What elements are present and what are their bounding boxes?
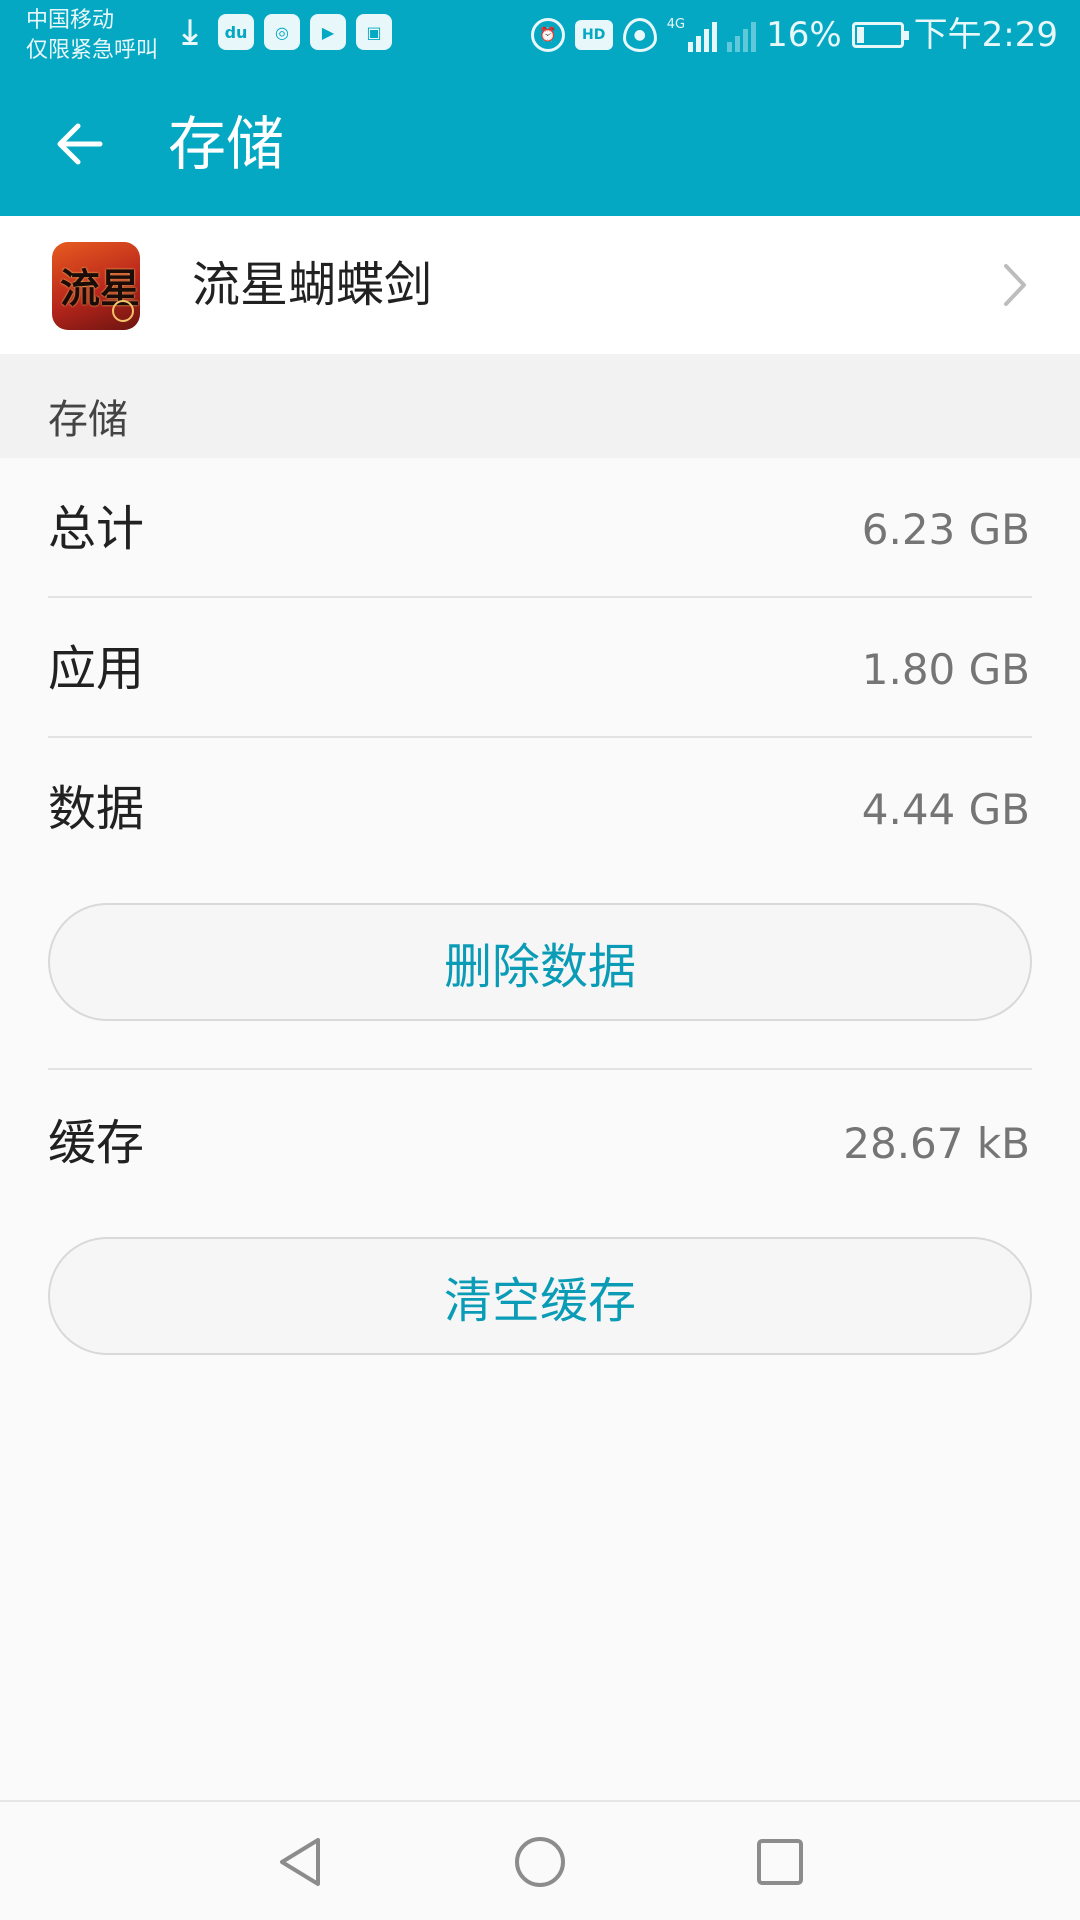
network-type-label: 4G [666,17,686,32]
battery-icon [851,22,909,48]
back-triangle-icon[interactable] [272,1834,328,1890]
no-sim-signal-icon [727,18,757,52]
download-icon: ⤓ [182,12,198,52]
recents-square-icon[interactable] [752,1834,808,1890]
total-row: 总计 6.23 GB [0,458,1080,598]
video-app-icon: ▶ [310,14,346,50]
chevron-right-icon [1004,264,1026,306]
storage-section-header: 存储 [0,354,1080,458]
app-size-row: 应用 1.80 GB [0,598,1080,738]
carrier-info: 中国移动 仅限紧急呼叫 [26,6,158,66]
cache-value: 28.67 kB [843,1119,1030,1168]
divider [48,1068,1032,1070]
cache-label: 缓存 [48,1115,145,1171]
hd-icon: HD [574,20,613,50]
app-size-value: 1.80 GB [861,645,1030,694]
alarm-icon: ⏰ [530,18,565,52]
notification-icons: ⤓ du ◎ ▶ ▣ [172,12,392,52]
clear-cache-button[interactable]: 清空缓存 [48,1237,1032,1355]
arrow-left-icon [57,123,103,165]
storage-screen: 中国移动 仅限紧急呼叫 ⤓ du ◎ ▶ ▣ ⏰ HD ● 4G 16% 下午2… [0,0,1080,1920]
app-info-row[interactable]: 流星 流星蝴蝶剑 [0,216,1080,354]
app-size-label: 应用 [48,641,145,697]
du-map-icon: du [218,14,254,50]
photo-app-icon: ◎ [264,14,300,50]
back-button[interactable] [46,110,114,178]
delete-data-button[interactable]: 删除数据 [48,903,1032,1021]
data-size-value: 4.44 GB [861,785,1030,834]
app-name: 流星蝴蝶剑 [192,257,433,313]
battery-fill [856,27,864,43]
total-value: 6.23 GB [861,505,1030,554]
page-title: 存储 [168,110,285,178]
total-label: 总计 [48,501,145,557]
clock-time: 下午2:29 [913,15,1058,55]
eye-comfort-icon: ● [622,18,657,52]
navigation-bar [0,1800,1080,1920]
signal-icon: 4G [666,17,718,52]
battery-percent: 16% [766,15,842,55]
data-size-row: 数据 4.44 GB [0,738,1080,878]
emergency-only-text: 仅限紧急呼叫 [26,38,159,63]
app-icon-badge [112,300,134,322]
carrier-name: 中国移动 [26,8,115,33]
app-bar: 存储 [0,72,1080,216]
section-title: 存储 [48,397,128,443]
home-circle-icon[interactable] [512,1834,568,1890]
vmall-icon: ▣ [356,14,392,50]
cache-row: 缓存 28.67 kB [0,1072,1080,1212]
app-icon: 流星 [52,242,140,330]
data-size-label: 数据 [48,781,145,837]
status-icons: ⏰ HD ● 4G 16% 下午2:29 [530,12,1058,58]
status-bar: 中国移动 仅限紧急呼叫 ⤓ du ◎ ▶ ▣ ⏰ HD ● 4G 16% 下午2… [0,0,1080,72]
